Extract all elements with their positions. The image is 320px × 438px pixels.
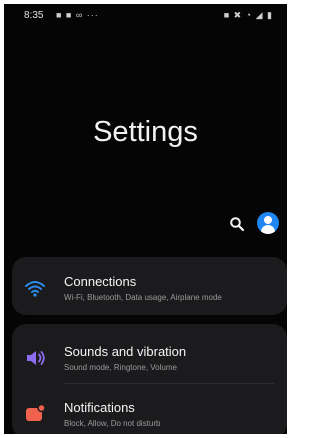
wifi-icon bbox=[25, 281, 45, 297]
volume-icon bbox=[27, 351, 45, 365]
settings-screen: 8:35 ■ ■ ∞ ··· ■ ✖ ◔ ◢ ▮ Settings Connec… bbox=[4, 4, 287, 434]
settings-item-sounds[interactable]: Sounds and vibration Sound mode, Rington… bbox=[12, 330, 287, 384]
settings-item-title: Connections bbox=[64, 274, 137, 289]
settings-item-subtitle: Sound mode, Ringtone, Volume bbox=[64, 363, 177, 372]
search-icon[interactable] bbox=[229, 216, 245, 232]
settings-item-notifications[interactable]: Notifications Block, Allow, Do not distu… bbox=[12, 386, 287, 434]
account-icon[interactable] bbox=[257, 212, 279, 234]
notifications-icon bbox=[26, 403, 46, 421]
divider bbox=[64, 383, 274, 384]
status-time: 8:35 bbox=[24, 10, 44, 21]
settings-item-subtitle: Block, Allow, Do not disturb bbox=[64, 419, 161, 428]
sound-notifications-card: Sounds and vibration Sound mode, Rington… bbox=[12, 324, 287, 434]
settings-item-subtitle: Wi-Fi, Bluetooth, Data usage, Airplane m… bbox=[64, 293, 222, 302]
avatar-body bbox=[261, 225, 275, 234]
settings-item-title: Sounds and vibration bbox=[64, 344, 187, 359]
connections-card: Connections Wi-Fi, Bluetooth, Data usage… bbox=[12, 257, 287, 315]
system-status-icons: ■ ✖ ◔ ◢ ▮ bbox=[223, 10, 273, 20]
status-bar: 8:35 ■ ■ ∞ ··· ■ ✖ ◔ ◢ ▮ bbox=[4, 4, 287, 28]
notification-status-icons: ■ ■ ∞ ··· bbox=[56, 10, 99, 20]
settings-item-title: Notifications bbox=[64, 400, 135, 415]
settings-item-connections[interactable]: Connections Wi-Fi, Bluetooth, Data usage… bbox=[12, 259, 287, 313]
page-title: Settings bbox=[93, 116, 198, 148]
avatar-head bbox=[264, 216, 272, 224]
